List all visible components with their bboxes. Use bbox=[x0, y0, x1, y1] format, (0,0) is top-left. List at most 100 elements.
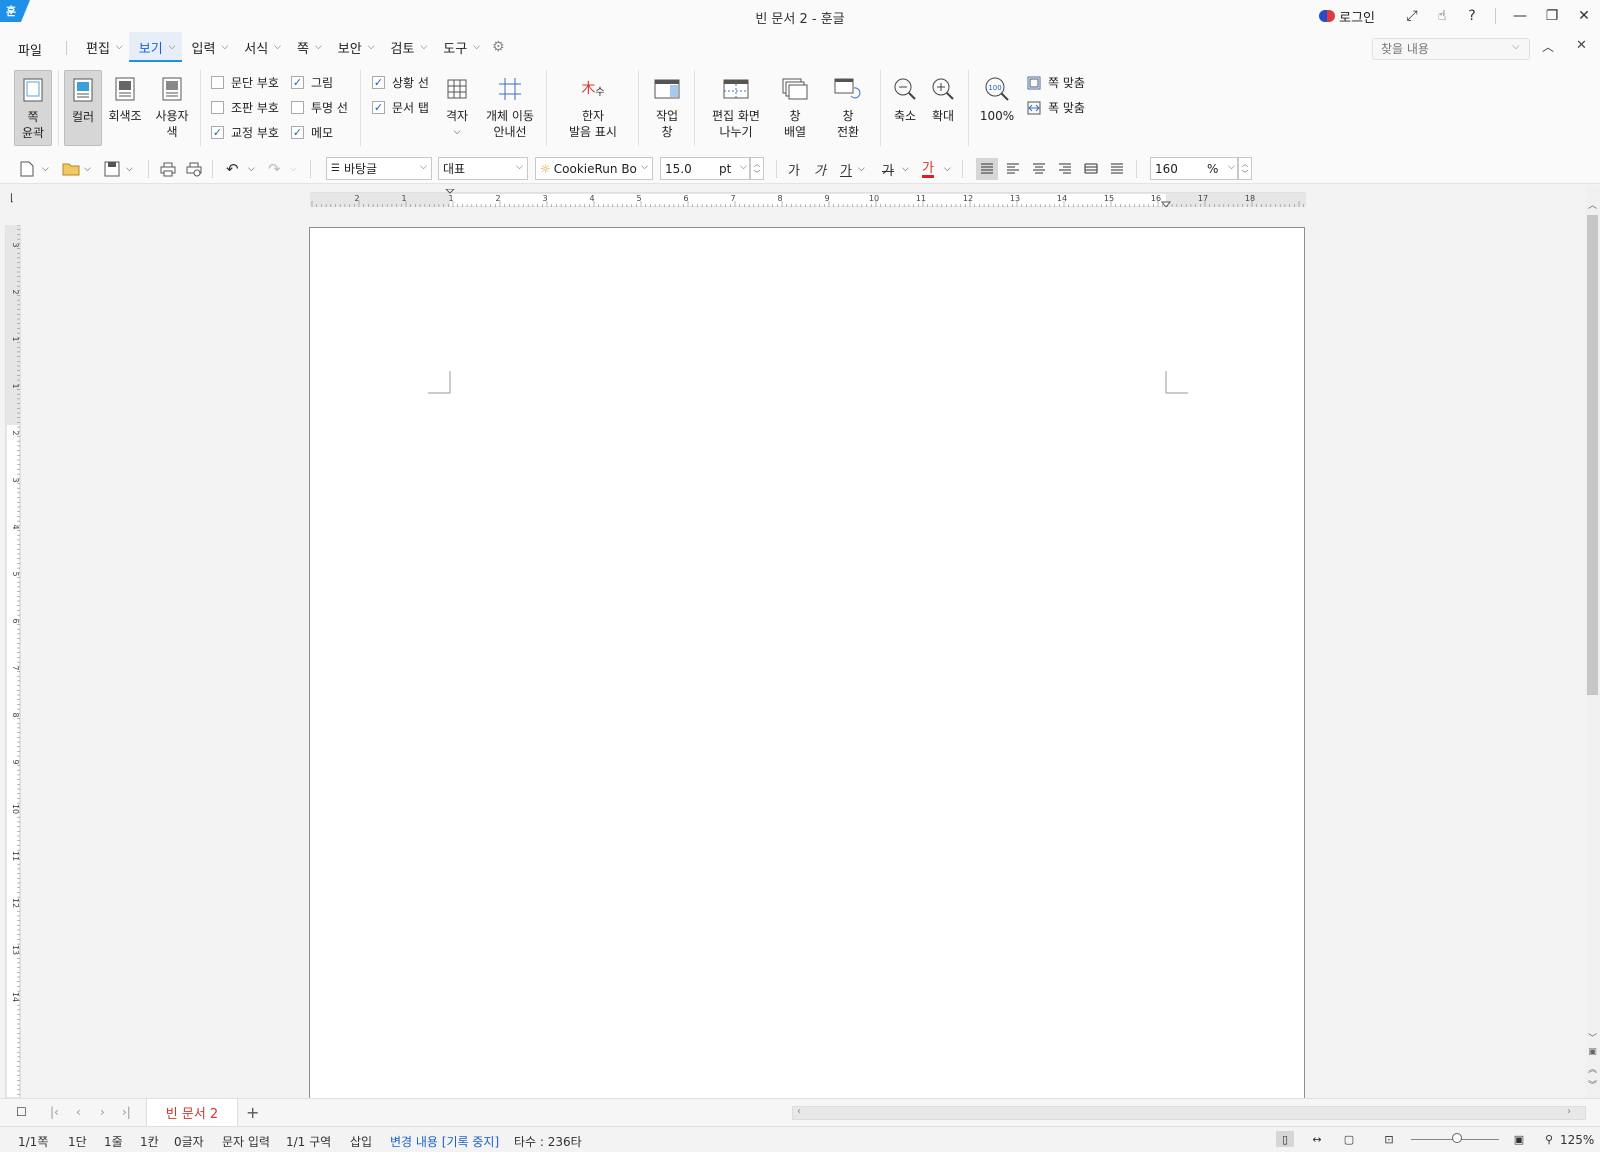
font-size-input[interactable]: 15.0 pt ⌵ bbox=[660, 157, 750, 180]
check-memo[interactable]: ✓ 메모 bbox=[291, 124, 333, 141]
status-input-mode[interactable]: 문자 입력 bbox=[222, 1133, 270, 1150]
login-button[interactable]: 로그인 bbox=[1319, 7, 1375, 26]
align-center-icon[interactable] bbox=[1032, 158, 1046, 180]
help-icon[interactable]: ? bbox=[1457, 0, 1487, 32]
scroll-left-icon[interactable]: ‹ bbox=[797, 1106, 801, 1117]
status-page[interactable]: 1/1쪽 bbox=[18, 1133, 48, 1150]
tab-page[interactable]: 쪽 ⌵ bbox=[287, 32, 328, 62]
prev-tab-icon[interactable]: ‹ bbox=[76, 1105, 81, 1119]
ribbon-collapse-icon[interactable]: ︿ bbox=[1542, 38, 1554, 55]
zoom-icon[interactable]: ⚲ bbox=[1540, 1131, 1558, 1147]
grid-button[interactable]: 격자 ⌵ bbox=[442, 74, 472, 140]
save-icon[interactable] bbox=[104, 158, 120, 180]
vertical-scrollbar[interactable]: ︿ ﹀ ▣ ︽ ︾ bbox=[1585, 185, 1600, 1098]
style-select[interactable]: ☰ 바탕글 ⌵ bbox=[326, 157, 432, 180]
chevron-down-icon[interactable]: ⌵ bbox=[84, 158, 91, 180]
zoom-100-button[interactable]: 100 100% bbox=[978, 74, 1016, 124]
touch-icon[interactable]: ☝ bbox=[1427, 0, 1457, 32]
chevron-down-icon[interactable]: ⌵ bbox=[1512, 41, 1520, 52]
grayscale-mode-button[interactable]: 회색조 bbox=[106, 74, 144, 124]
last-tab-icon[interactable]: ›| bbox=[122, 1105, 131, 1119]
task-pane-button[interactable]: 작업 창 bbox=[650, 74, 684, 140]
fit-page-icon[interactable]: ▢ bbox=[1340, 1131, 1358, 1147]
check-paragraph-marks[interactable]: 문단 부호 bbox=[211, 74, 279, 91]
split-view-button[interactable]: 편집 화면 나누기 bbox=[706, 74, 766, 140]
check-status-line[interactable]: ✓ 상황 선 bbox=[372, 74, 429, 91]
chevron-down-icon[interactable]: ⌵ bbox=[902, 158, 909, 180]
window-arrange-button[interactable]: 창 배열 bbox=[776, 74, 814, 140]
search-input[interactable] bbox=[1372, 38, 1530, 60]
print-preview-icon[interactable] bbox=[186, 158, 202, 180]
italic-button[interactable]: 가 bbox=[814, 158, 826, 180]
horizontal-scrollbar[interactable]: ‹ › bbox=[792, 1106, 1586, 1120]
prev-page-icon[interactable]: ︽ bbox=[1585, 1061, 1600, 1075]
chevron-down-icon[interactable]: ⌵ bbox=[944, 158, 951, 180]
undo-icon[interactable]: ↶ bbox=[226, 158, 239, 180]
fit-page-button[interactable]: 쪽 맞춤 bbox=[1026, 74, 1085, 91]
open-folder-icon[interactable] bbox=[62, 158, 80, 180]
new-document-icon[interactable] bbox=[20, 158, 34, 180]
font-color-button[interactable]: 가 bbox=[922, 158, 934, 178]
page-view-icon[interactable]: ▯ bbox=[1276, 1131, 1294, 1147]
split-distribute-icon[interactable] bbox=[1110, 158, 1124, 180]
document-page[interactable] bbox=[309, 227, 1305, 1098]
check-proofreading-marks[interactable]: ✓ 교정 부호 bbox=[211, 124, 279, 141]
menu-file[interactable]: 파일 bbox=[18, 40, 42, 59]
zoom-out-button[interactable]: 축소 bbox=[890, 74, 920, 124]
first-tab-icon[interactable]: |‹ bbox=[50, 1105, 59, 1119]
print-icon[interactable] bbox=[160, 158, 176, 180]
scroll-up-icon[interactable]: ︿ bbox=[1585, 197, 1600, 211]
line-spacing-input[interactable]: 160 % ⌵ bbox=[1150, 157, 1238, 180]
chevron-down-icon[interactable]: ⌵ bbox=[42, 158, 49, 180]
tab-format[interactable]: 서식 ⌵ bbox=[234, 32, 287, 62]
distribute-icon[interactable] bbox=[1084, 158, 1098, 180]
next-page-icon[interactable]: ︾ bbox=[1585, 1077, 1600, 1091]
next-tab-icon[interactable]: › bbox=[100, 1105, 105, 1119]
chevron-down-icon[interactable]: ⌵ bbox=[858, 158, 865, 180]
plugin-icon[interactable]: ⚙ bbox=[486, 32, 505, 62]
tab-input[interactable]: 입력 ⌵ bbox=[182, 32, 235, 62]
tab-review[interactable]: 검토 ⌵ bbox=[381, 32, 434, 62]
status-track-changes[interactable]: 변경 내용 [기록 중지] bbox=[390, 1133, 499, 1150]
bold-button[interactable]: 가 bbox=[788, 158, 800, 180]
check-picture[interactable]: ✓ 그림 bbox=[291, 74, 333, 91]
ruler-corner-icon[interactable]: ⌊ bbox=[10, 193, 14, 204]
hanja-pronunciation-button[interactable]: 木수 한자 발음 표시 bbox=[562, 74, 624, 140]
chevron-down-icon[interactable]: ⌵ bbox=[290, 158, 297, 180]
minimize-button[interactable]: — bbox=[1504, 0, 1536, 32]
app-logo[interactable]: 훈 bbox=[0, 0, 30, 22]
language-select[interactable]: 대표 ⌵ bbox=[438, 157, 528, 180]
fit-width-icon[interactable]: ↔ bbox=[1308, 1131, 1326, 1147]
indent-marker[interactable] bbox=[445, 189, 455, 194]
scroll-thumb[interactable] bbox=[1587, 215, 1598, 695]
fit-width-button[interactable]: 폭 맞춤 bbox=[1026, 99, 1085, 116]
page-view-icon[interactable]: ▣ bbox=[1585, 1045, 1600, 1059]
zoom-select-icon[interactable]: ⊡ bbox=[1380, 1131, 1398, 1147]
page-outline-button[interactable]: 쪽 윤곽 bbox=[14, 70, 52, 146]
memo-icon[interactable]: ☐ bbox=[16, 1105, 27, 1119]
check-transparent-line[interactable]: 투명 선 bbox=[291, 99, 348, 116]
zoom-in-button[interactable]: 확대 bbox=[928, 74, 958, 124]
tab-security[interactable]: 보안 ⌵ bbox=[328, 32, 381, 62]
line-spacing-spinner[interactable]: ︿ ﹀ bbox=[1238, 157, 1252, 180]
status-insert[interactable]: 삽입 bbox=[350, 1133, 372, 1150]
expand-icon[interactable]: ⤢ bbox=[1397, 0, 1427, 32]
close-button[interactable]: ✕ bbox=[1568, 0, 1600, 32]
add-tab-button[interactable]: + bbox=[246, 1103, 259, 1122]
chevron-down-icon[interactable]: ⌵ bbox=[248, 158, 255, 180]
zoom-slider-knob[interactable] bbox=[1452, 1133, 1462, 1143]
object-guide-button[interactable]: 개체 이동 안내선 bbox=[482, 74, 538, 140]
align-justify-icon[interactable] bbox=[976, 158, 998, 180]
align-right-icon[interactable] bbox=[1058, 158, 1072, 180]
redo-icon[interactable]: ↷ bbox=[268, 158, 281, 180]
tab-edit[interactable]: 편집 ⌵ bbox=[76, 32, 129, 62]
scroll-right-icon[interactable]: › bbox=[1567, 1106, 1571, 1117]
zoom-level[interactable]: 125% bbox=[1560, 1133, 1594, 1147]
restore-button[interactable]: ❐ bbox=[1536, 0, 1568, 32]
scroll-down-icon[interactable]: ﹀ bbox=[1585, 1030, 1600, 1044]
chevron-down-icon[interactable]: ⌵ bbox=[126, 158, 133, 180]
tab-view[interactable]: 보기 ⌵ bbox=[128, 32, 182, 62]
tab-tools[interactable]: 도구 ⌵ bbox=[433, 32, 486, 62]
font-select[interactable]: ☼ CookieRun Bo ⌵ bbox=[535, 157, 653, 180]
check-control-marks[interactable]: 조판 부호 bbox=[211, 99, 279, 116]
